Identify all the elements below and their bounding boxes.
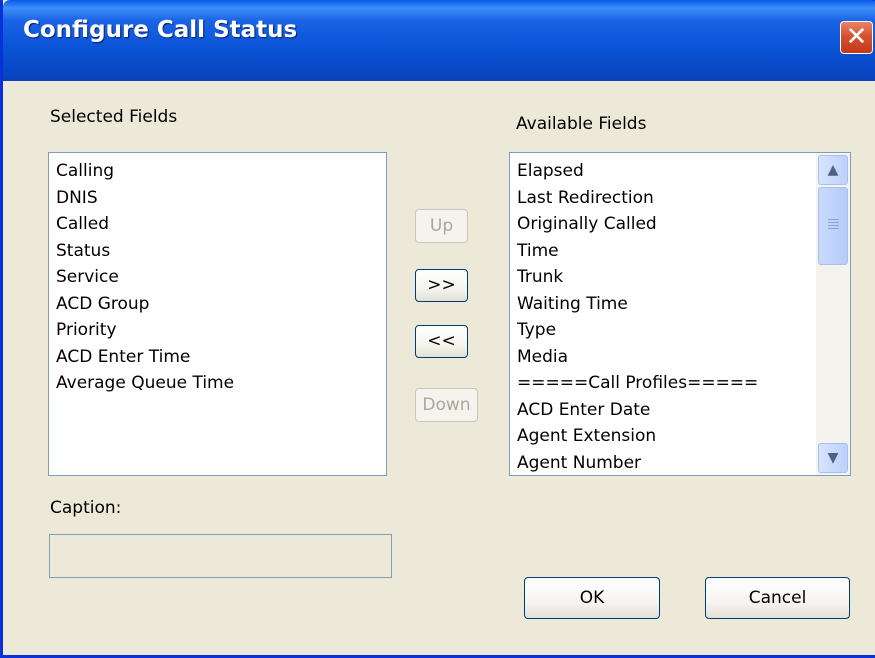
grip-icon xyxy=(828,219,839,231)
scroll-up-button[interactable]: ▲ xyxy=(818,155,848,185)
list-item[interactable]: DNIS xyxy=(49,185,386,212)
list-item[interactable]: Type xyxy=(510,317,816,344)
close-icon: ✕ xyxy=(845,22,868,52)
list-item[interactable]: Trunk xyxy=(510,264,816,291)
window-title: Configure Call Status xyxy=(23,17,298,43)
up-button[interactable]: Up xyxy=(415,209,468,243)
scroll-thumb[interactable] xyxy=(818,187,848,265)
available-fields-label: Available Fields xyxy=(516,114,647,134)
selected-fields-list[interactable]: Calling DNIS Called Status Service ACD Group P… xyxy=(48,152,387,476)
list-item[interactable]: ACD Enter Time xyxy=(49,344,386,371)
down-button[interactable]: Down xyxy=(415,388,478,422)
list-item[interactable]: ACD Enter Date xyxy=(510,397,816,424)
list-item[interactable]: Status xyxy=(49,238,386,265)
add-field-button[interactable]: >> xyxy=(415,269,468,302)
list-item[interactable]: Priority xyxy=(49,317,386,344)
available-fields-list[interactable]: Elapsed Last Redirection Originally Called… xyxy=(509,152,851,476)
caption-label: Caption: xyxy=(50,498,122,518)
list-item[interactable]: Calling xyxy=(49,158,386,185)
list-item[interactable]: ACD Group xyxy=(49,291,386,318)
scroll-down-button[interactable]: ▼ xyxy=(818,443,848,473)
list-item[interactable]: Agent Number xyxy=(510,450,816,476)
list-item[interactable]: Time xyxy=(510,238,816,265)
title-bar[interactable]: Configure Call Status ✕ xyxy=(3,0,875,81)
list-item[interactable]: Average Queue Time xyxy=(49,370,386,397)
list-item[interactable]: Originally Called xyxy=(510,211,816,238)
list-item[interactable]: Last Redirection xyxy=(510,185,816,212)
list-item[interactable]: Agent Extension xyxy=(510,423,816,450)
list-item[interactable]: Waiting Time xyxy=(510,291,816,318)
available-fields-scrollbar[interactable]: ▲ ▼ xyxy=(816,153,850,475)
list-item[interactable]: =====Call Profiles===== xyxy=(510,370,816,397)
chevron-down-icon: ▼ xyxy=(827,450,839,466)
dialog-body: Selected Fields Available Fields Calling… xyxy=(6,81,875,655)
configure-call-status-dialog: Configure Call Status ✕ Selected Fields … xyxy=(0,0,875,658)
caption-input[interactable] xyxy=(49,534,392,578)
close-button[interactable]: ✕ xyxy=(840,21,873,54)
ok-button[interactable]: OK xyxy=(524,577,660,619)
selected-fields-label: Selected Fields xyxy=(50,107,178,127)
list-item[interactable]: Service xyxy=(49,264,386,291)
list-item[interactable]: Elapsed xyxy=(510,158,816,185)
cancel-button[interactable]: Cancel xyxy=(705,577,850,619)
remove-field-button[interactable]: << xyxy=(415,325,468,358)
list-item[interactable]: Called xyxy=(49,211,386,238)
list-item[interactable]: Media xyxy=(510,344,816,371)
chevron-up-icon: ▲ xyxy=(827,162,839,178)
